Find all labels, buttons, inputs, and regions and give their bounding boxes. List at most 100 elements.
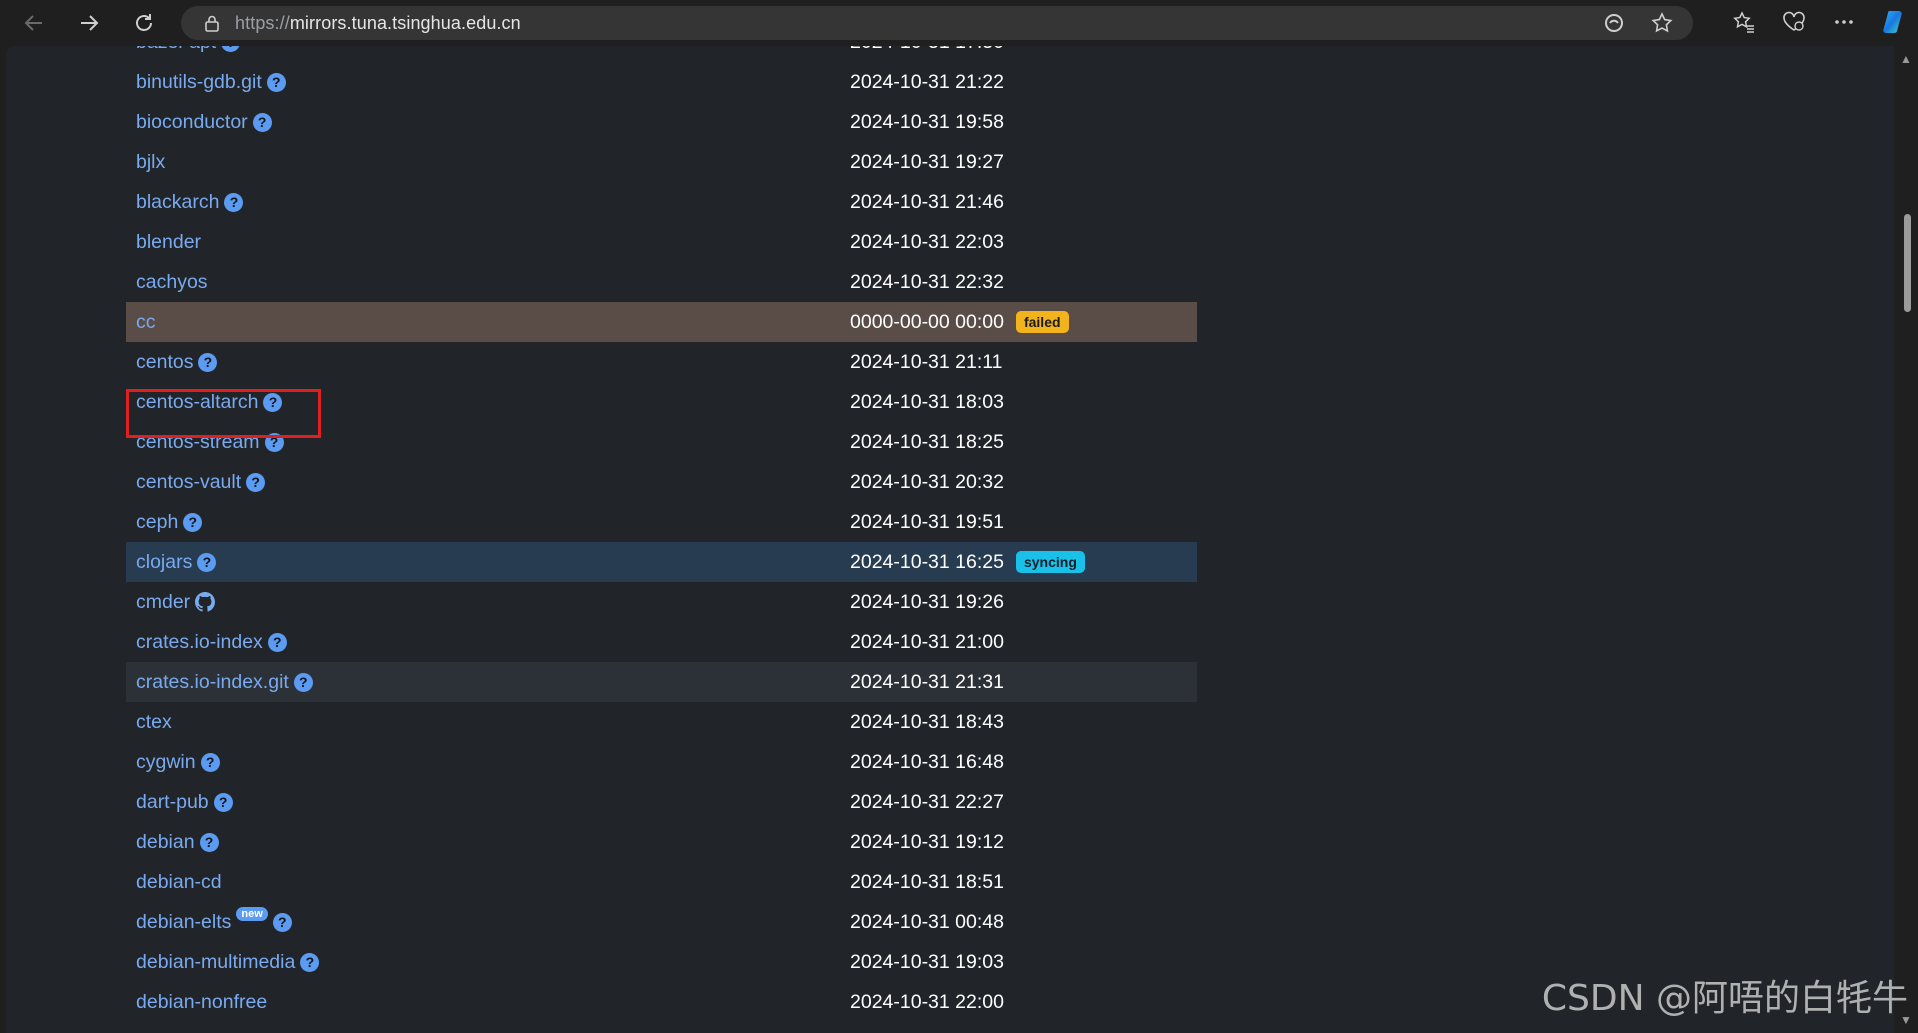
mirror-list: bazel-apt? 2024-10-31 17:30 binutils-gdb.g… [126, 46, 1197, 1022]
mirror-name-cell: bazel-apt? [136, 46, 241, 62]
forward-button[interactable] [67, 1, 111, 45]
help-icon[interactable]: ? [272, 912, 292, 932]
github-icon[interactable] [195, 592, 216, 612]
mirror-name-cell: debian-cd [136, 862, 222, 902]
help-icon[interactable]: ? [198, 352, 218, 372]
mirror-name-cell: crates.io-index.git? [136, 662, 313, 702]
help-icon[interactable]: ? [199, 832, 219, 852]
mirror-name-link[interactable]: cygwin [136, 751, 196, 774]
mirror-name-cell: dart-pub? [136, 782, 233, 822]
mirror-name-link[interactable]: debian [136, 831, 195, 854]
help-icon[interactable]: ? [267, 632, 287, 652]
status-badge: failed [1015, 311, 1069, 333]
mirror-date-cell: 2024-10-31 21:46 [850, 182, 1004, 222]
copilot-icon [1883, 11, 1902, 33]
last-update-time: 2024-10-31 00:48 [850, 910, 1004, 933]
mirror-name-link[interactable]: crates.io-index.git [136, 671, 289, 694]
last-update-time: 2024-10-31 22:32 [850, 270, 1004, 293]
more-options-button[interactable] [1826, 4, 1862, 40]
mirror-name-link[interactable]: binutils-gdb.git [136, 71, 262, 94]
mirror-name-link[interactable]: centos-vault [136, 471, 241, 494]
mirror-date-cell: 2024-10-31 19:27 [850, 142, 1004, 182]
mirror-row: debian? 2024-10-31 19:12 [126, 822, 1197, 862]
mirror-date-cell: 2024-10-31 22:03 [850, 222, 1004, 262]
new-badge: new [236, 907, 268, 921]
help-icon[interactable]: ? [252, 112, 272, 132]
mirror-name-link[interactable]: dart-pub [136, 791, 209, 814]
help-icon[interactable]: ? [183, 512, 203, 532]
mirror-name-link[interactable]: blackarch [136, 191, 219, 214]
mirror-name-link[interactable]: debian-multimedia [136, 951, 295, 974]
last-update-time: 2024-10-31 17:30 [850, 46, 1004, 54]
mirror-name-link[interactable]: ceph [136, 511, 178, 534]
help-icon[interactable]: ? [213, 792, 233, 812]
mirror-name-link[interactable]: bioconductor [136, 111, 248, 134]
mirror-date-cell: 0000-00-00 00:00 failed [850, 302, 1069, 342]
copilot-button[interactable] [1876, 4, 1912, 40]
last-update-time: 2024-10-31 16:48 [850, 750, 1004, 773]
mirror-date-cell: 2024-10-31 20:32 [850, 462, 1004, 502]
mirror-row: debian-elts new? 2024-10-31 00:48 [126, 902, 1197, 942]
mirror-name-link[interactable]: debian-elts [136, 911, 231, 934]
last-update-time: 2024-10-31 20:32 [850, 470, 1004, 493]
help-icon[interactable]: ? [246, 472, 266, 492]
mirror-name-link[interactable]: blender [136, 231, 201, 254]
mirror-name-link[interactable]: cachyos [136, 271, 208, 294]
address-bar[interactable]: https://mirrors.tuna.tsinghua.edu.cn [181, 6, 1693, 40]
help-icon[interactable]: ? [221, 46, 241, 52]
mirror-name-link[interactable]: crates.io-index [136, 631, 263, 654]
last-update-time: 2024-10-31 21:11 [850, 350, 1003, 373]
mirror-name-link[interactable]: cmder [136, 591, 190, 614]
help-icon[interactable]: ? [293, 672, 313, 692]
mirror-name-link[interactable]: centos [136, 351, 193, 374]
last-update-time: 2024-10-31 21:46 [850, 190, 1004, 213]
help-icon[interactable]: ? [224, 192, 244, 212]
back-button[interactable] [12, 1, 56, 45]
mirror-name-link[interactable]: cc [136, 311, 156, 334]
last-update-time: 2024-10-31 21:31 [850, 670, 1004, 693]
help-icon[interactable]: ? [266, 72, 286, 92]
last-update-time: 2024-10-31 22:00 [850, 990, 1004, 1013]
mirror-row: debian-nonfree 2024-10-31 22:00 [126, 982, 1197, 1022]
mirror-row: cmder 2024-10-31 19:26 [126, 582, 1197, 622]
mirror-date-cell: 2024-10-31 21:00 [850, 622, 1004, 662]
mirror-name-cell: debian-elts new? [136, 902, 292, 942]
mirror-name-cell: cachyos [136, 262, 208, 302]
help-icon[interactable]: ? [200, 752, 220, 772]
last-update-time: 2024-10-31 18:51 [850, 870, 1004, 893]
page-viewport: bazel-apt? 2024-10-31 17:30 binutils-gdb.g… [6, 46, 1894, 1033]
mirror-date-cell: 2024-10-31 22:32 [850, 262, 1004, 302]
mirror-date-cell: 2024-10-31 21:31 [850, 662, 1004, 702]
add-favorite-button[interactable] [1649, 10, 1675, 36]
favorites-button[interactable] [1726, 4, 1762, 40]
browser-essentials-button[interactable] [1776, 4, 1812, 40]
url-text[interactable]: https://mirrors.tuna.tsinghua.edu.cn [235, 13, 521, 34]
mirror-name-link[interactable]: bazel-apt [136, 46, 216, 54]
last-update-time: 2024-10-31 19:12 [850, 830, 1004, 853]
mirror-row: bioconductor? 2024-10-31 19:58 [126, 102, 1197, 142]
help-icon[interactable]: ? [300, 952, 320, 972]
back-arrow-icon [24, 15, 42, 31]
read-aloud-button[interactable] [1601, 10, 1627, 36]
mirror-name-link[interactable]: bjlx [136, 151, 165, 174]
mirror-name-cell: binutils-gdb.git? [136, 62, 286, 102]
mirror-name-link[interactable]: ctex [136, 711, 172, 734]
scroll-thumb[interactable] [1904, 214, 1911, 312]
mirror-name-link[interactable]: debian-cd [136, 871, 222, 894]
mirror-name-link[interactable]: clojars [136, 551, 192, 574]
vertical-scrollbar[interactable]: ▲ ▼ [1896, 46, 1918, 1033]
mirror-row: centos-vault? 2024-10-31 20:32 [126, 462, 1197, 502]
mirror-name-cell: crates.io-index? [136, 622, 287, 662]
mirror-name-cell: debian-nonfree [136, 982, 267, 1022]
last-update-time: 2024-10-31 18:03 [850, 390, 1004, 413]
lock-icon[interactable] [203, 14, 221, 32]
mirror-name-cell: debian-multimedia? [136, 942, 320, 982]
mirror-name-link[interactable]: debian-nonfree [136, 991, 267, 1014]
last-update-time: 2024-10-31 19:27 [850, 150, 1004, 173]
mirror-name-cell: cygwin? [136, 742, 220, 782]
scroll-up-arrow-icon[interactable]: ▲ [1900, 52, 1912, 66]
help-icon[interactable]: ? [197, 552, 217, 572]
refresh-button[interactable] [122, 1, 166, 45]
read-aloud-icon [1605, 14, 1623, 32]
mirror-date-cell: 2024-10-31 18:03 [850, 382, 1004, 422]
